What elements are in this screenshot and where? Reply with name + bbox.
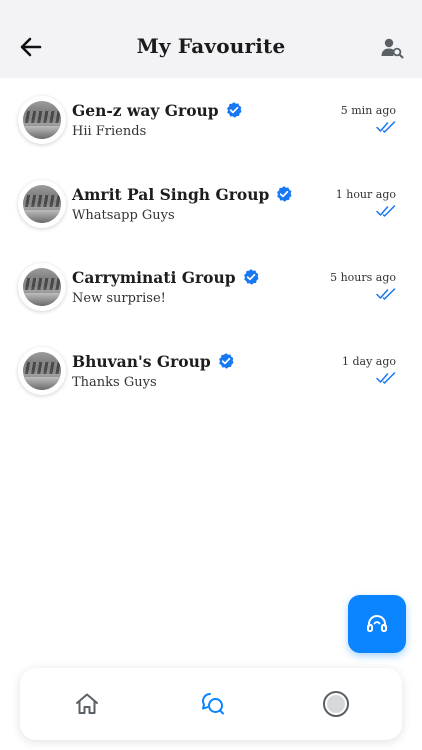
user-search-icon[interactable]: [380, 36, 404, 60]
chat-name-text: Gen-z way Group: [72, 101, 219, 120]
chat-list: Gen-z way Group Hii Friends 5 min ago Am…: [0, 78, 422, 412]
chat-list-item[interactable]: Carryminati Group New surprise! 5 hours …: [0, 245, 422, 329]
chat-bubbles-icon[interactable]: [199, 690, 227, 718]
avatar: [18, 346, 66, 395]
chat-list-item[interactable]: Amrit Pal Singh Group Whatsapp Guys 1 ho…: [0, 162, 422, 246]
support-fab-button[interactable]: [348, 595, 406, 653]
chat-timestamp: 1 hour ago: [335, 187, 396, 201]
chat-last-message: Whatsapp Guys: [72, 207, 175, 223]
bottom-navigation: [20, 668, 402, 740]
app-header: My Favourite: [0, 0, 422, 78]
profile-circle-icon[interactable]: [322, 690, 350, 718]
chat-name: Gen-z way Group: [72, 101, 243, 120]
avatar: [18, 96, 66, 144]
verified-badge-icon: [226, 102, 242, 118]
chat-last-message: New surprise!: [72, 291, 166, 306]
double-check-icon: [376, 288, 396, 300]
chat-name-text: Carryminati Group: [72, 268, 236, 287]
chat-last-message: Thanks Guys: [72, 374, 157, 390]
double-check-icon: [376, 204, 396, 217]
chat-name-text: Amrit Pal Singh Group: [72, 184, 270, 204]
chat-name-text: Bhuvan's Group: [72, 351, 211, 371]
headset-icon: [367, 615, 387, 632]
chat-list-item[interactable]: Bhuvan's Group Thanks Guys 1 day ago: [0, 329, 422, 413]
verified-badge-icon: [277, 185, 292, 202]
home-icon[interactable]: [73, 690, 101, 718]
chat-list-item[interactable]: Gen-z way Group Hii Friends 5 min ago: [0, 78, 422, 162]
chat-name: Amrit Pal Singh Group: [72, 185, 293, 204]
page-title: My Favourite: [136, 34, 286, 58]
double-check-icon: [376, 371, 396, 384]
avatar: [18, 263, 66, 311]
chat-timestamp: 1 day ago: [341, 354, 396, 368]
chat-last-message: Hii Friends: [72, 124, 147, 139]
chat-name: Carryminati Group: [72, 268, 260, 287]
double-check-icon: [376, 121, 396, 133]
chat-timestamp: 5 min ago: [340, 104, 396, 117]
verified-badge-icon: [243, 269, 259, 285]
avatar: [18, 179, 66, 228]
verified-badge-icon: [218, 352, 234, 369]
chat-timestamp: 5 hours ago: [330, 271, 396, 284]
chat-name: Bhuvan's Group: [72, 352, 235, 371]
